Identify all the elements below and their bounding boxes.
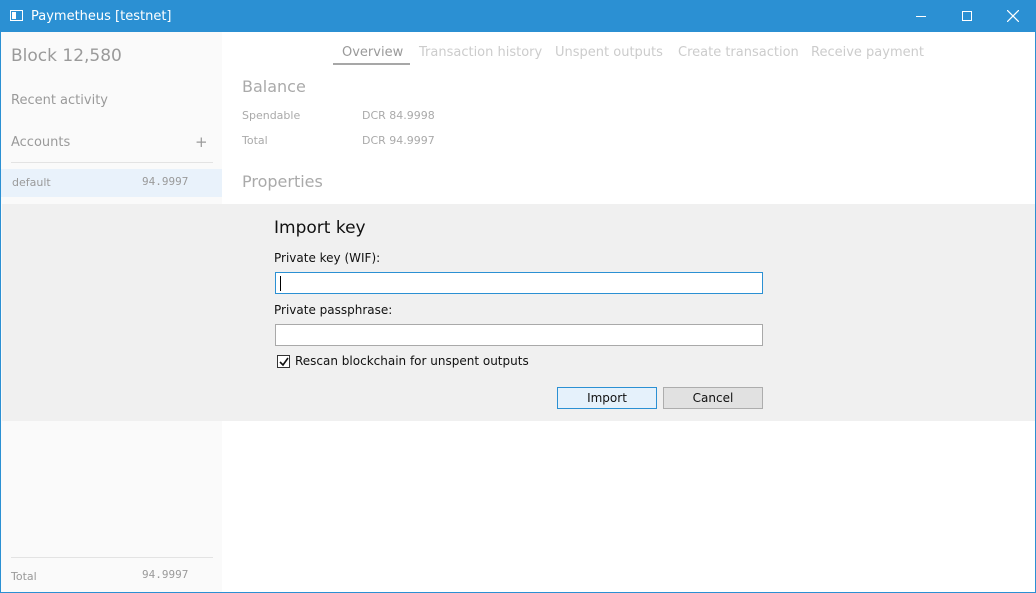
rescan-checkbox[interactable] xyxy=(277,355,290,368)
block-height: Block 12,580 xyxy=(11,46,122,66)
tab-create-transaction[interactable]: Create transaction xyxy=(678,45,799,60)
accounts-divider xyxy=(11,162,213,163)
properties-heading: Properties xyxy=(242,172,323,191)
account-row-default[interactable]: default 94.9997 xyxy=(1,169,222,197)
import-key-dialog: Import key Private key (WIF): Private pa… xyxy=(2,204,1035,421)
dialog-title: Import key xyxy=(274,218,366,238)
passphrase-label: Private passphrase: xyxy=(274,303,393,317)
text-caret xyxy=(280,276,281,291)
app-window-icon xyxy=(10,10,23,21)
app-window: Paymetheus [testnet] Block 12,580 Recent… xyxy=(0,0,1036,593)
recent-activity-link[interactable]: Recent activity xyxy=(11,93,108,108)
private-key-label: Private key (WIF): xyxy=(274,251,381,265)
close-button[interactable] xyxy=(990,1,1035,32)
tab-overview[interactable]: Overview xyxy=(342,45,403,60)
add-account-button[interactable]: + xyxy=(195,133,208,151)
tab-unspent-outputs[interactable]: Unspent outputs xyxy=(555,45,663,60)
active-tab-indicator xyxy=(333,63,410,65)
checkmark-icon xyxy=(279,357,289,367)
sidebar-total-label: Total xyxy=(11,570,37,583)
accounts-heading: Accounts xyxy=(11,135,71,150)
account-balance: 94.9997 xyxy=(142,175,189,188)
close-icon xyxy=(1007,10,1019,22)
total-divider xyxy=(11,557,213,558)
minimize-button[interactable] xyxy=(898,1,944,32)
cancel-button[interactable]: Cancel xyxy=(663,387,763,409)
tab-receive-payment[interactable]: Receive payment xyxy=(811,45,924,60)
tab-transaction-history[interactable]: Transaction history xyxy=(419,45,542,60)
sidebar-total-value: 94.9997 xyxy=(142,568,189,581)
total-balance-label: Total xyxy=(242,134,268,147)
passphrase-input[interactable] xyxy=(275,324,763,346)
main-tabs: Overview Transaction history Unspent out… xyxy=(222,32,1035,68)
maximize-button[interactable] xyxy=(944,1,990,32)
spendable-value: DCR 84.9998 xyxy=(362,109,435,122)
import-button[interactable]: Import xyxy=(557,387,657,409)
account-name: default xyxy=(12,176,51,189)
balance-heading: Balance xyxy=(242,77,306,96)
window-title: Paymetheus [testnet] xyxy=(31,9,172,24)
spendable-label: Spendable xyxy=(242,109,301,122)
rescan-label[interactable]: Rescan blockchain for unspent outputs xyxy=(295,354,529,368)
private-key-input[interactable] xyxy=(275,272,763,294)
title-bar[interactable]: Paymetheus [testnet] xyxy=(1,1,1035,32)
total-balance-value: DCR 94.9997 xyxy=(362,134,435,147)
